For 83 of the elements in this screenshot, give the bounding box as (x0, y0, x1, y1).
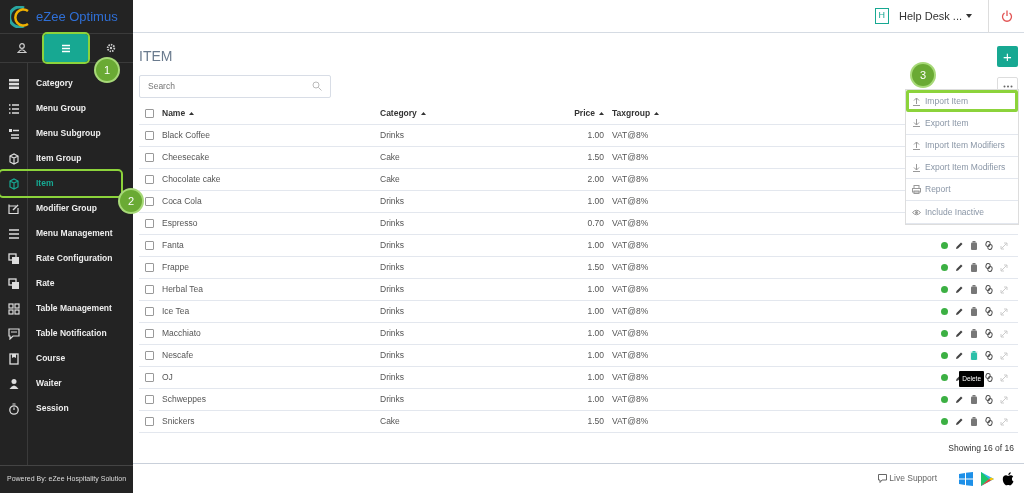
page-title: ITEM (139, 46, 173, 66)
brand-name: eZee Optimus (36, 7, 118, 26)
table-cell-text: Drinks (380, 195, 406, 208)
table-cell-text: Drinks (380, 283, 406, 296)
table-cell-text: Fanta (162, 239, 185, 252)
sidebar-item[interactable]: Item Group (0, 146, 121, 171)
sidebar-item[interactable]: Table Management (0, 296, 121, 321)
callout-number: 2 (120, 190, 142, 212)
table-cell-text: Drinks (380, 371, 406, 384)
table-cell-text: Coca Cola (162, 195, 203, 208)
sidebar-item[interactable]: Modifier Group (0, 196, 121, 221)
table-cell-text: VAT@8% (612, 173, 650, 186)
table-cell-text: VAT@8% (612, 305, 650, 318)
table-cell-text: VAT@8% (612, 261, 650, 274)
sidebar-item[interactable]: Course (0, 346, 121, 371)
table-cell-text: Drinks (380, 129, 406, 142)
help-desk-badge: H (874, 8, 890, 24)
table-cell-text: Espresso (162, 217, 199, 230)
table-cell-text: 1.00 (586, 239, 605, 252)
table-cell-text: 1.00 (586, 393, 605, 406)
table-cell-text: Snickers (162, 415, 196, 428)
table-cell-text: VAT@8% (612, 371, 650, 384)
column-header[interactable]: Name (162, 107, 380, 120)
column-header[interactable]: Category (380, 107, 550, 120)
table-cell-text: Drinks (380, 217, 406, 230)
sidebar-item[interactable]: Session (0, 396, 121, 421)
table-cell-text: Chocolate cake (162, 173, 222, 186)
table-cell-text: 1.50 (586, 415, 605, 428)
table-cell-text: VAT@8% (612, 239, 650, 252)
table-cell-text: 0.70 (586, 217, 605, 230)
table-cell-text: VAT@8% (612, 415, 650, 428)
table-cell-text: Drinks (380, 393, 406, 406)
table-cell-text: Black Coffee (162, 129, 212, 142)
table-cell-text: VAT@8% (612, 151, 650, 164)
table-cell-text: Nescafe (162, 349, 195, 362)
sidebar-item[interactable]: Table Notification (0, 321, 121, 346)
table-cell-text: OJ (162, 371, 174, 384)
user-name[interactable]: Help Desk ... (899, 7, 962, 25)
table-cell-text: 1.00 (586, 283, 605, 296)
table-cell-text: VAT@8% (612, 393, 650, 406)
column-header[interactable]: Taxgroup (612, 107, 692, 120)
table-cell-text: VAT@8% (612, 327, 650, 340)
table-cell-text: VAT@8% (612, 129, 650, 142)
table-cell-text: 2.00 (586, 173, 605, 186)
table-cell-text: Frappe (162, 261, 190, 274)
table-cell-text: VAT@8% (612, 349, 650, 362)
table-cell-text: Drinks (380, 349, 406, 362)
column-header[interactable]: Price (550, 107, 612, 120)
table-cell-text: Drinks (380, 305, 406, 318)
table-cell-text: Cheesecake (162, 151, 211, 164)
table-cell-text: Cake (380, 173, 401, 186)
sidebar-item[interactable]: Menu Subgroup (0, 121, 121, 146)
table-cell-text: Drinks (380, 261, 406, 274)
sidebar-item[interactable]: Waiter (0, 371, 121, 396)
table-cell-text: Cake (380, 151, 401, 164)
table-cell-text: VAT@8% (612, 283, 650, 296)
sidebar-item[interactable]: Item (0, 171, 121, 196)
table-cell-text: 1.00 (586, 195, 605, 208)
table-cell-text: Ice Tea (162, 305, 191, 318)
sidebar-item[interactable]: Rate Configuration (0, 246, 121, 271)
table-cell-text: 1.00 (586, 349, 605, 362)
table-cell-text: Cake (380, 415, 401, 428)
search-field[interactable]: Search (139, 74, 331, 98)
sidebar-item[interactable]: Rate (0, 271, 121, 296)
row-count-text: Showing 16 of 16 (947, 442, 1015, 456)
table-cell-text: 1.50 (586, 151, 605, 164)
table-cell-text: 1.00 (586, 327, 605, 340)
table-cell-text: 1.50 (586, 261, 605, 274)
table-cell-text: Drinks (380, 239, 406, 252)
table-cell-text: 1.00 (586, 305, 605, 318)
table-cell-text: Schweppes (162, 393, 207, 406)
callout-number: 1 (96, 59, 118, 81)
callout-number: 3 (912, 64, 934, 86)
table-cell-text: VAT@8% (612, 195, 650, 208)
live-support-link[interactable]: Live Support (878, 472, 937, 485)
table-cell-text: Drinks (380, 327, 406, 340)
table-cell-text: Macchiato (162, 327, 202, 340)
table-cell-text: 1.00 (586, 129, 605, 142)
sidebar-item[interactable]: Menu Group (0, 96, 121, 121)
table-cell-text: 1.00 (586, 371, 605, 384)
sidebar-item[interactable]: Menu Management (0, 221, 121, 246)
table-cell-text: VAT@8% (612, 217, 650, 230)
table-cell-text: Herbal Tea (162, 283, 204, 296)
